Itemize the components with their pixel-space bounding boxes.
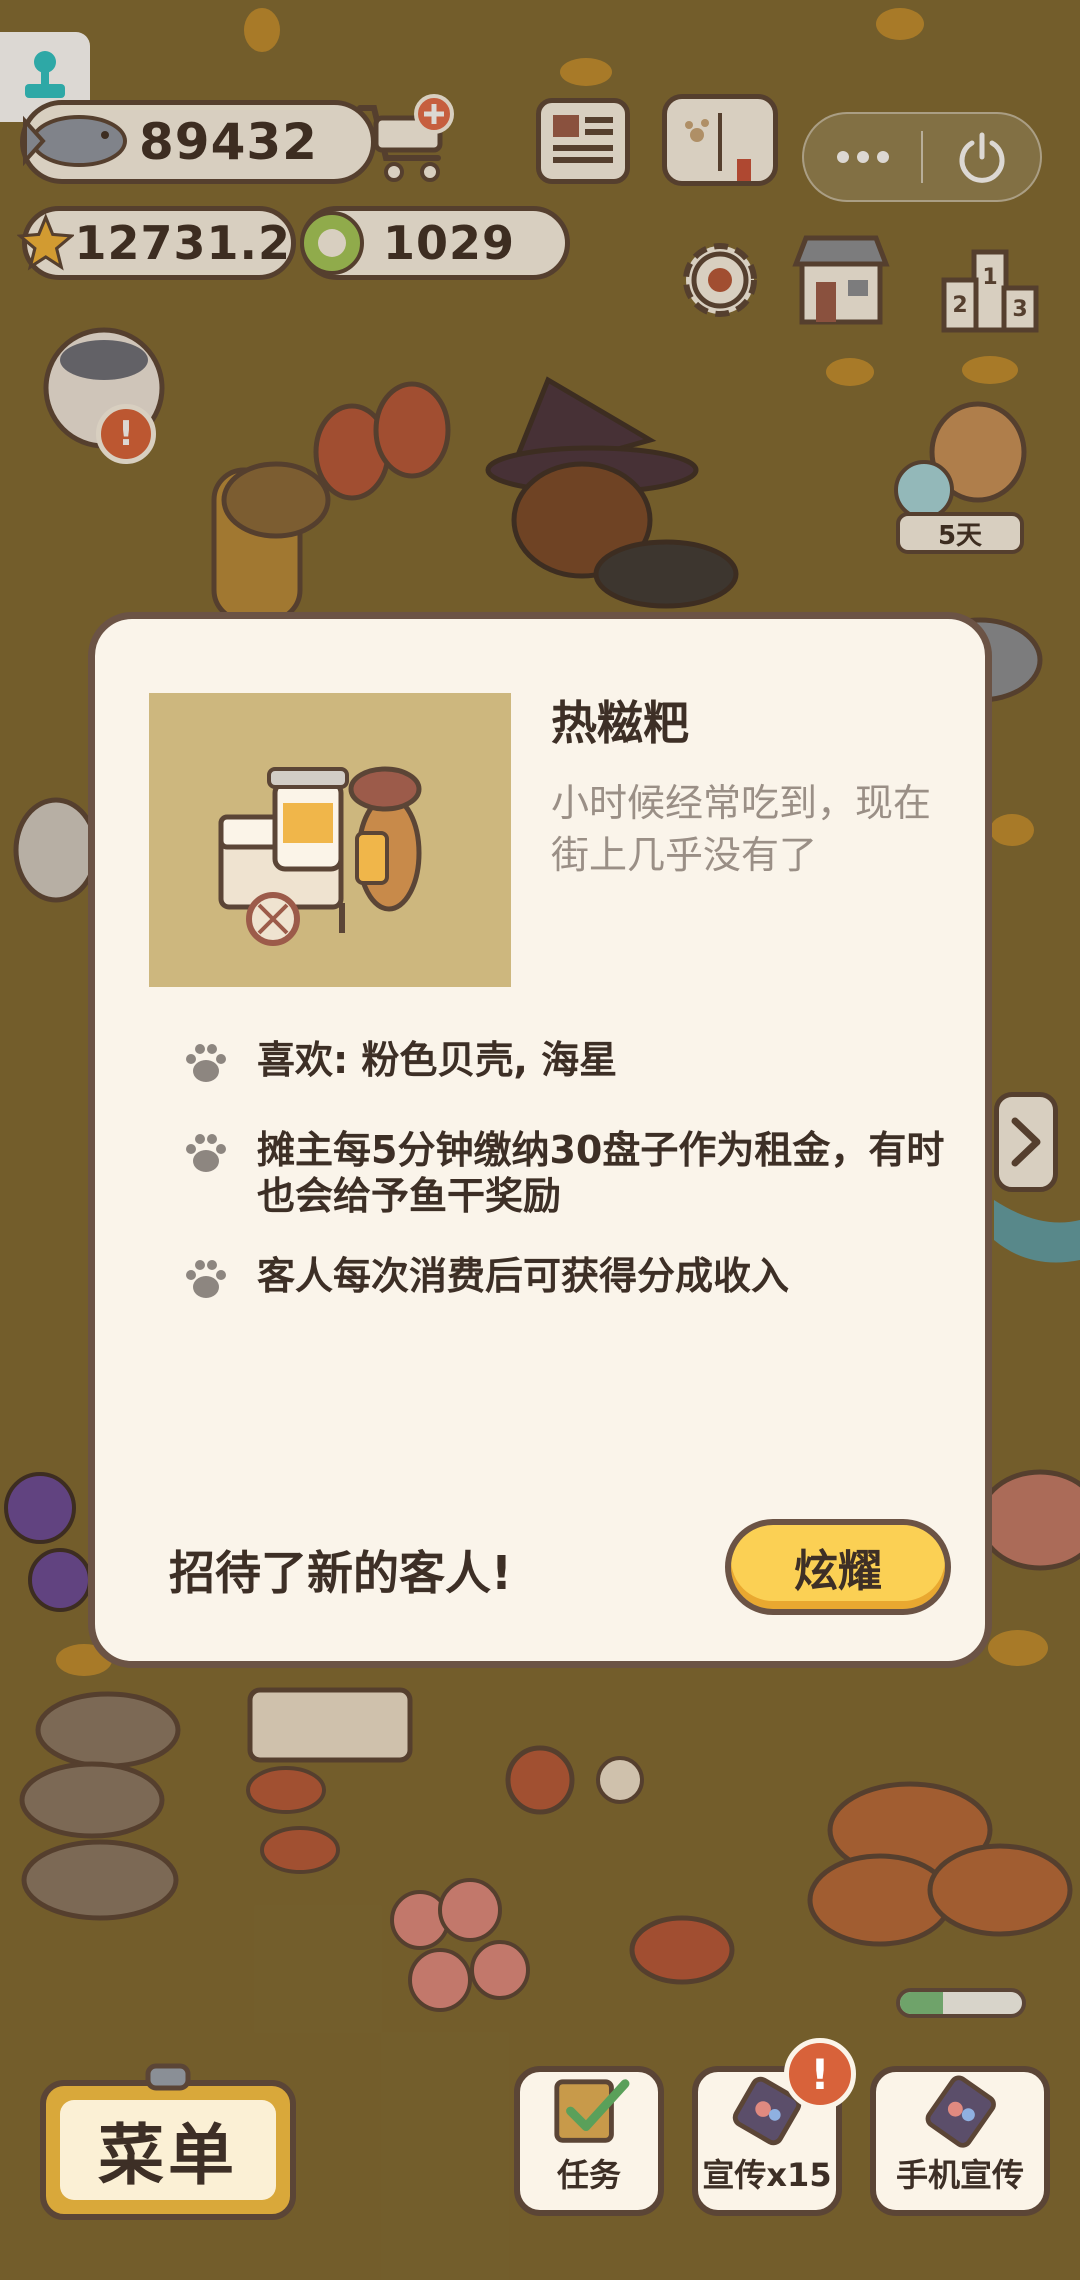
bullet-text: 喜欢: 粉色贝壳, 海星 [257, 1038, 618, 1082]
tasks-button[interactable]: 任务 [514, 2066, 664, 2216]
phone-promote-label: 手机宣传 [895, 2156, 1024, 2194]
progress-fill [900, 1992, 943, 2014]
tasks-label: 任务 [556, 2156, 621, 2194]
guest-thumbnail [149, 693, 511, 987]
progress-bar [896, 1988, 1026, 2018]
paw-icon [186, 1260, 226, 1298]
paw-icon [186, 1044, 226, 1082]
alert-mark: ! [810, 2049, 830, 2099]
bullet-text: 摊主每5分钟缴纳30盘子作为租金，有时也会给予鱼干奖励 [257, 1128, 945, 1218]
bullet-item: 喜欢: 粉色贝壳, 海星 [181, 1037, 957, 1087]
bullet-item: 摊主每5分钟缴纳30盘子作为租金，有时也会给予鱼干奖励 [181, 1127, 957, 1219]
new-guest-dialog: 热糍粑 小时候经常吃到，现在街上几乎没有了 喜欢: 粉色贝壳, 海星 摊主每5分… [88, 612, 992, 1668]
show-off-button[interactable]: 炫耀 [725, 1519, 951, 1615]
food-cart-illustration [218, 766, 422, 946]
phone-promote-button[interactable]: 手机宣传 [870, 2066, 1050, 2216]
checklist-icon [554, 2079, 630, 2143]
paw-icon [186, 1134, 226, 1172]
promote-alert-badge: ! [784, 2038, 856, 2110]
clipboard-clip-icon [145, 2063, 191, 2091]
guest-description: 小时候经常吃到，现在街上几乎没有了 [551, 781, 932, 877]
menu-label: 菜单 [60, 2100, 276, 2200]
bullet-text: 客人每次消费后可获得分成收入 [257, 1254, 790, 1298]
menu-button[interactable]: 菜单 [40, 2063, 296, 2220]
phone-flyer-icon [925, 2075, 996, 2148]
guest-name: 热糍粑 [551, 696, 689, 750]
bullet-item: 客人每次消费后可获得分成收入 [181, 1253, 957, 1303]
new-guest-message: 招待了新的客人! [169, 1546, 512, 1600]
promote-label: 宣传x15 [702, 2156, 832, 2194]
